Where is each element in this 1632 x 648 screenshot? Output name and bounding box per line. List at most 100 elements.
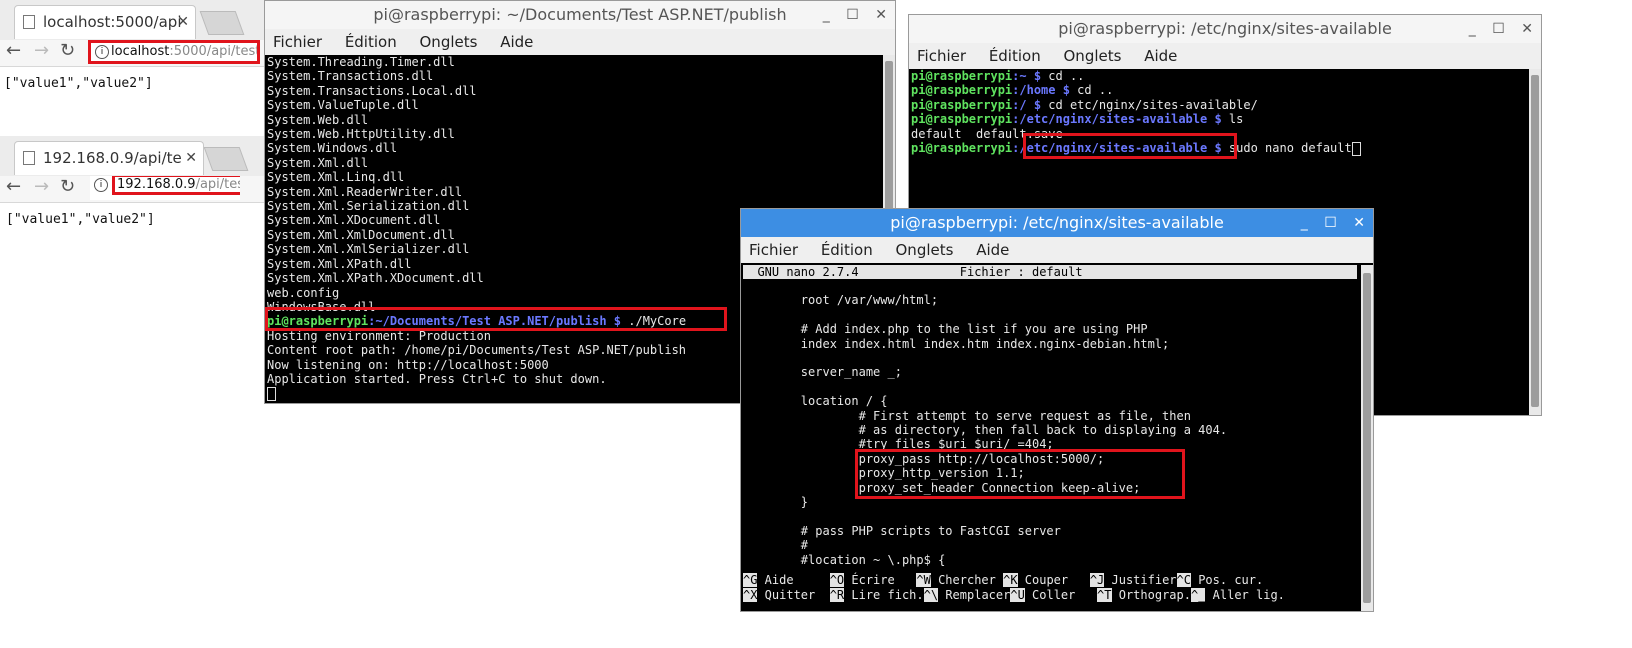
shortcut-key[interactable]: ^G	[743, 573, 758, 588]
shortcut-key[interactable]: ^C	[1176, 573, 1191, 588]
close-icon[interactable]: ✕	[177, 6, 189, 38]
maximize-icon[interactable]: ☐	[1324, 215, 1337, 231]
menu-fichier[interactable]: Fichier	[273, 33, 322, 51]
forward-icon[interactable]: →	[34, 176, 49, 197]
nano-header: GNU nano 2.7.4 Fichier : default	[743, 265, 1357, 279]
terminal-line: System.Windows.dll	[267, 141, 398, 156]
shortcut-label: Pos. cur.	[1190, 573, 1264, 588]
highlight-box	[1023, 133, 1237, 159]
menu-aide[interactable]: Aide	[500, 33, 533, 51]
terminal-line: System.Xml.dll	[267, 155, 369, 170]
new-tab-button[interactable]	[199, 11, 245, 35]
scrollbar-thumb[interactable]	[1531, 75, 1539, 407]
menu-onglets[interactable]: Onglets	[896, 241, 954, 259]
close-icon[interactable]: ✕	[1353, 215, 1365, 231]
menu-fichier[interactable]: Fichier	[917, 47, 966, 65]
close-icon[interactable]: ✕	[875, 7, 887, 23]
prompt-path: :/ $	[1012, 97, 1042, 112]
shortcut-key[interactable]: ^_	[1190, 587, 1206, 602]
tab-strip: 192.168.0.9/api/te ✕	[0, 136, 280, 176]
tab-title: localhost:5000/api	[43, 13, 182, 31]
browser-tab[interactable]: localhost:5000/api ✕	[14, 5, 196, 39]
terminal-line: System.Transactions.dll	[267, 69, 434, 84]
minimize-icon[interactable]: _	[1301, 215, 1308, 231]
scrollbar-thumb[interactable]	[1363, 273, 1371, 603]
page-content: ["value1","value2"]	[4, 76, 153, 91]
back-icon[interactable]: ←	[6, 176, 21, 197]
new-tab-button[interactable]	[203, 147, 249, 171]
shortcut-key[interactable]: ^U	[1010, 587, 1025, 602]
editor-line: # pass PHP scripts to FastCGI server	[743, 523, 1061, 538]
terminal-line: System.Web.dll	[267, 112, 369, 127]
shortcut-key[interactable]: ^T	[1097, 587, 1112, 602]
page-content: ["value1","value2"]	[6, 212, 155, 227]
shortcut-label: Justifier	[1104, 573, 1177, 588]
info-icon[interactable]: i	[95, 45, 109, 59]
terminal-line: System.Transactions.Local.dll	[267, 83, 477, 98]
shortcut-key[interactable]: ^K	[1003, 573, 1018, 588]
shortcut-label: Lire fich.	[844, 587, 924, 602]
terminal-line: System.Threading.Timer.dll	[267, 55, 455, 69]
minimize-icon[interactable]: _	[823, 7, 830, 23]
menu-onglets[interactable]: Onglets	[1064, 47, 1122, 65]
menu-edition[interactable]: Édition	[989, 47, 1041, 65]
shortcut-key[interactable]: ^O	[829, 573, 845, 588]
window-titlebar[interactable]: pi@raspberrypi: /etc/nginx/sites-availab…	[741, 209, 1373, 237]
menu-edition[interactable]: Édition	[345, 33, 397, 51]
menu-aide[interactable]: Aide	[976, 241, 1009, 259]
menu-aide[interactable]: Aide	[1144, 47, 1177, 65]
menu-onglets[interactable]: Onglets	[420, 33, 478, 51]
editor-line: # First attempt to serve request as file…	[743, 408, 1191, 423]
shortcut-key[interactable]: ^R	[829, 587, 845, 602]
editor-line: #location ~ \.php$ {	[743, 552, 946, 567]
scrollbar[interactable]	[1361, 265, 1373, 611]
prompt-command: cd ..	[1069, 83, 1114, 98]
window-title: pi@raspberrypi: ~/Documents/Test ASP.NET…	[373, 5, 787, 24]
close-icon[interactable]: ✕	[1521, 21, 1533, 37]
nano-shortcuts-row-1: ^G Aide ^O Écrire ^W Chercher ^K Couper …	[743, 573, 1357, 588]
url-host: 192.168.0.9	[117, 177, 196, 192]
prompt-command: cd etc/nginx/sites-available/	[1041, 97, 1258, 112]
shortcut-key[interactable]: ^J	[1089, 573, 1105, 588]
nano-editor-content[interactable]: root /var/www/html; # Add index.php to t…	[743, 279, 1357, 567]
editor-line: root /var/www/html;	[743, 293, 939, 308]
prompt-line: pi@raspberrypi:/ $ cd etc/nginx/sites-av…	[909, 98, 1541, 112]
forward-icon[interactable]: →	[34, 40, 49, 61]
nano-shortcuts-row-2: ^X Quitter ^R Lire fich.^\ Remplacer^U C…	[743, 587, 1357, 602]
window-titlebar[interactable]: pi@raspberrypi: /etc/nginx/sites-availab…	[909, 15, 1541, 43]
menu-edition[interactable]: Édition	[821, 241, 873, 259]
terminal-cursor	[1351, 141, 1361, 156]
shortcut-label: Couper	[1017, 573, 1090, 588]
terminal-window-nano[interactable]: pi@raspberrypi: /etc/nginx/sites-availab…	[740, 208, 1374, 612]
editor-line: #	[743, 538, 809, 553]
page-icon	[23, 15, 35, 29]
menu-fichier[interactable]: Fichier	[749, 241, 798, 259]
menu-bar: Fichier Édition Onglets Aide	[265, 29, 895, 55]
back-icon[interactable]: ←	[6, 40, 21, 61]
scrollbar[interactable]	[1529, 69, 1541, 415]
url-field[interactable]: i localhost:5000/api/test	[88, 40, 260, 64]
minimize-icon[interactable]: _	[1469, 21, 1476, 37]
maximize-icon[interactable]: ☐	[846, 7, 859, 23]
terminal-line: System.Xml.ReaderWriter.dll	[267, 184, 463, 199]
maximize-icon[interactable]: ☐	[1492, 21, 1505, 37]
close-icon[interactable]: ✕	[185, 142, 197, 174]
shortcut-key[interactable]: ^W	[916, 573, 931, 588]
prompt-path: :/etc/nginx/sites-available $	[1012, 112, 1222, 127]
shortcut-key[interactable]: ^\	[923, 587, 939, 602]
terminal-line: System.ValueTuple.dll	[267, 98, 419, 113]
prompt-user: pi@raspberrypi	[911, 83, 1013, 98]
window-titlebar[interactable]: pi@raspberrypi: ~/Documents/Test ASP.NET…	[265, 1, 895, 29]
menu-bar: Fichier Édition Onglets Aide	[909, 43, 1541, 69]
prompt-path: :/home $	[1012, 83, 1070, 98]
reload-icon[interactable]: ↻	[60, 176, 75, 197]
url-field[interactable]: i 192.168.0.9/api/test	[90, 176, 240, 200]
reload-icon[interactable]: ↻	[60, 40, 75, 61]
shortcut-key[interactable]: ^X	[743, 587, 758, 602]
editor-line: server_name _;	[743, 365, 902, 380]
browser-tab[interactable]: 192.168.0.9/api/te ✕	[14, 141, 204, 175]
info-icon[interactable]: i	[94, 178, 108, 192]
terminal-cursor	[267, 386, 276, 401]
prompt-user: pi@raspberrypi	[911, 112, 1013, 127]
